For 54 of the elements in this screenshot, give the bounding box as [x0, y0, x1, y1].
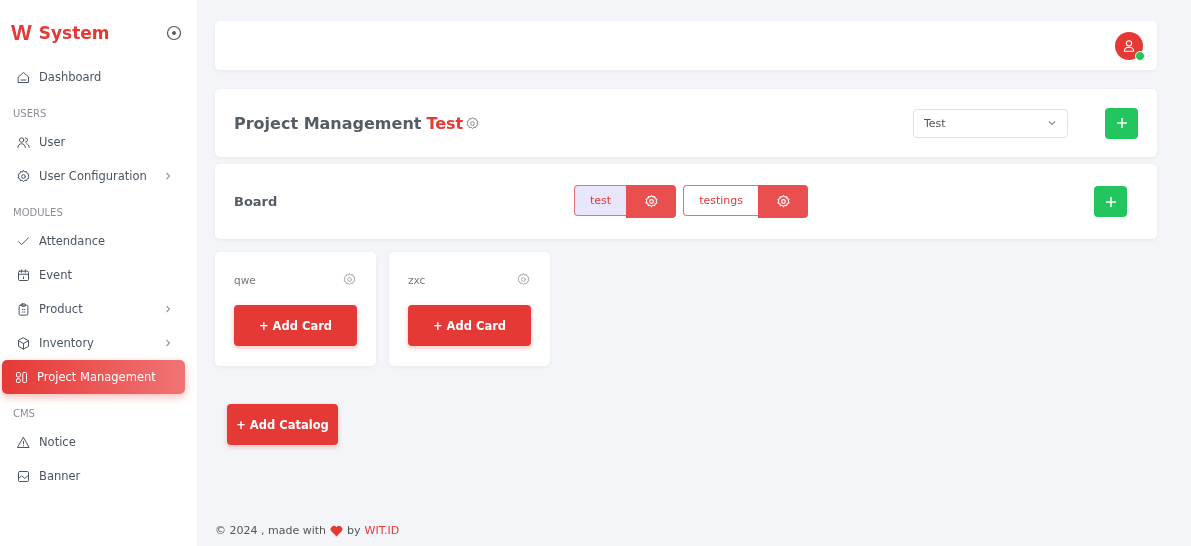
settings-icon [516, 272, 531, 287]
sidebar-item[interactable]: Product [2, 292, 185, 326]
image-icon [16, 468, 31, 484]
home-icon [16, 69, 31, 85]
chevron-down-icon [1047, 118, 1057, 128]
board-tab[interactable]: testings [683, 185, 758, 216]
sidebar-item[interactable]: Attendance [2, 224, 185, 258]
section-heading: USERS [12, 107, 48, 121]
settings-icon [16, 168, 31, 184]
project-select[interactable]: Test [913, 108, 1068, 138]
add-board-button[interactable] [1094, 186, 1127, 217]
catalog-name: zxc [408, 273, 426, 286]
sidebar-item[interactable]: Event [2, 258, 185, 292]
add-catalog-button[interactable]: + Add Catalog [227, 404, 338, 445]
sidebar-item[interactable]: User [2, 125, 185, 159]
heart-icon [330, 524, 344, 537]
layout-icon [14, 369, 29, 385]
logo: W [11, 20, 32, 46]
settings-icon [342, 272, 357, 287]
page-title: Project Management [234, 113, 422, 133]
user-icon [1121, 37, 1137, 54]
sidebar-item[interactable]: Inventory [2, 326, 185, 360]
sidebar-item[interactable]: User Configuration [2, 159, 185, 193]
sidebar-item[interactable]: Banner [2, 459, 185, 493]
section-heading: CMS [12, 407, 36, 421]
catalog-name: qwe [234, 273, 256, 286]
avatar[interactable] [1115, 31, 1143, 60]
settings-icon [775, 194, 791, 209]
add-button[interactable] [1105, 107, 1138, 139]
calendar-icon [16, 267, 31, 283]
clipboard-icon [16, 301, 31, 317]
settings-icon [643, 194, 659, 209]
sidebar-item[interactable]: Dashboard [2, 60, 185, 94]
footer-text: © 2024 , made with [215, 524, 327, 537]
sidebar-item[interactable]: Notice [2, 425, 185, 459]
board-settings-button[interactable] [626, 185, 677, 218]
board-tab[interactable]: test [574, 185, 627, 216]
sidebar-item[interactable]: Project Management [2, 360, 185, 394]
app-title: System [38, 23, 111, 43]
settings-icon[interactable] [465, 115, 481, 131]
box-icon [16, 335, 31, 351]
collapse-icon[interactable] [166, 25, 182, 41]
plus-icon [1103, 194, 1118, 209]
board-label: Board [234, 194, 279, 209]
add-card-button[interactable]: + Add Card [234, 305, 357, 346]
plus-icon [1114, 116, 1129, 130]
project-name: Test [426, 113, 464, 133]
board-settings-button[interactable] [758, 185, 808, 218]
section-heading: MODULES [12, 206, 64, 220]
warning-icon [16, 434, 31, 450]
footer-link[interactable]: WIT.ID [364, 524, 400, 537]
add-card-button[interactable]: + Add Card [408, 305, 531, 346]
footer-text: by [347, 524, 361, 537]
users-icon [16, 134, 31, 150]
